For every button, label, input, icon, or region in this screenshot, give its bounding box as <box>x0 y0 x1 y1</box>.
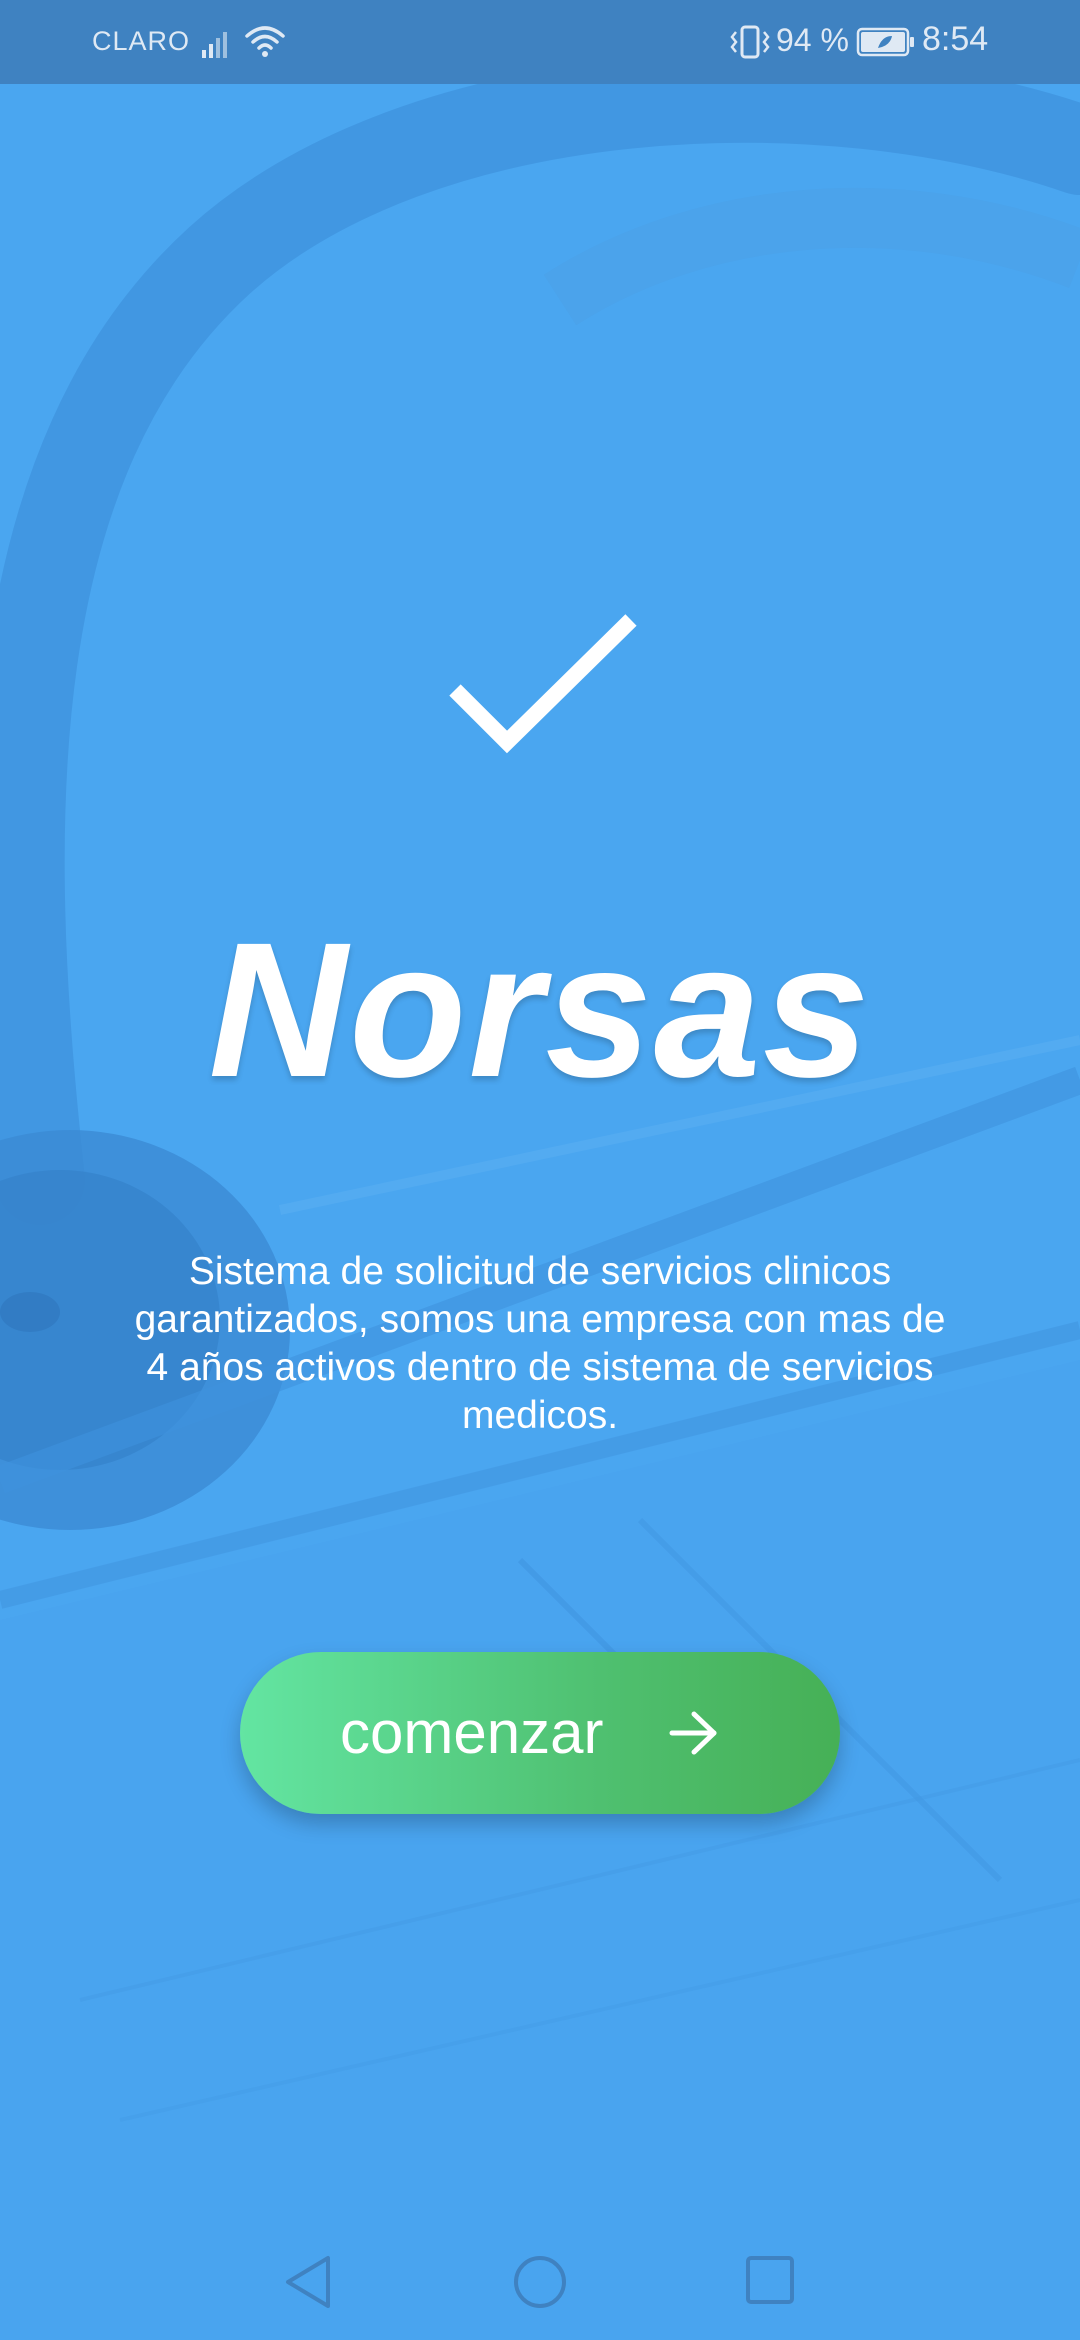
nav-back-icon[interactable] <box>282 2254 334 2310</box>
carrier-label: CLARO <box>92 26 191 56</box>
check-icon <box>449 614 637 754</box>
battery-percent: 94 % <box>776 22 849 58</box>
background-image <box>0 0 1080 2340</box>
nav-recents-icon[interactable] <box>744 2254 796 2306</box>
app-description: Sistema de solicitud de servicios clinic… <box>134 1250 946 1437</box>
arrow-right-icon <box>669 1711 717 1755</box>
start-button[interactable]: comenzar <box>240 1652 840 1814</box>
status-bar: CLARO 94 % 8:54 <box>0 0 1080 84</box>
battery-icon <box>856 27 914 57</box>
signal-icon <box>202 32 227 58</box>
wifi-icon <box>245 26 285 57</box>
start-button-label: comenzar <box>340 1699 604 1766</box>
app-title: Norsas <box>208 902 872 1117</box>
clock: 8:54 <box>922 20 989 58</box>
nav-home-icon[interactable] <box>512 2254 568 2310</box>
navigation-bar <box>0 2220 1080 2340</box>
vibrate-icon <box>730 25 770 59</box>
